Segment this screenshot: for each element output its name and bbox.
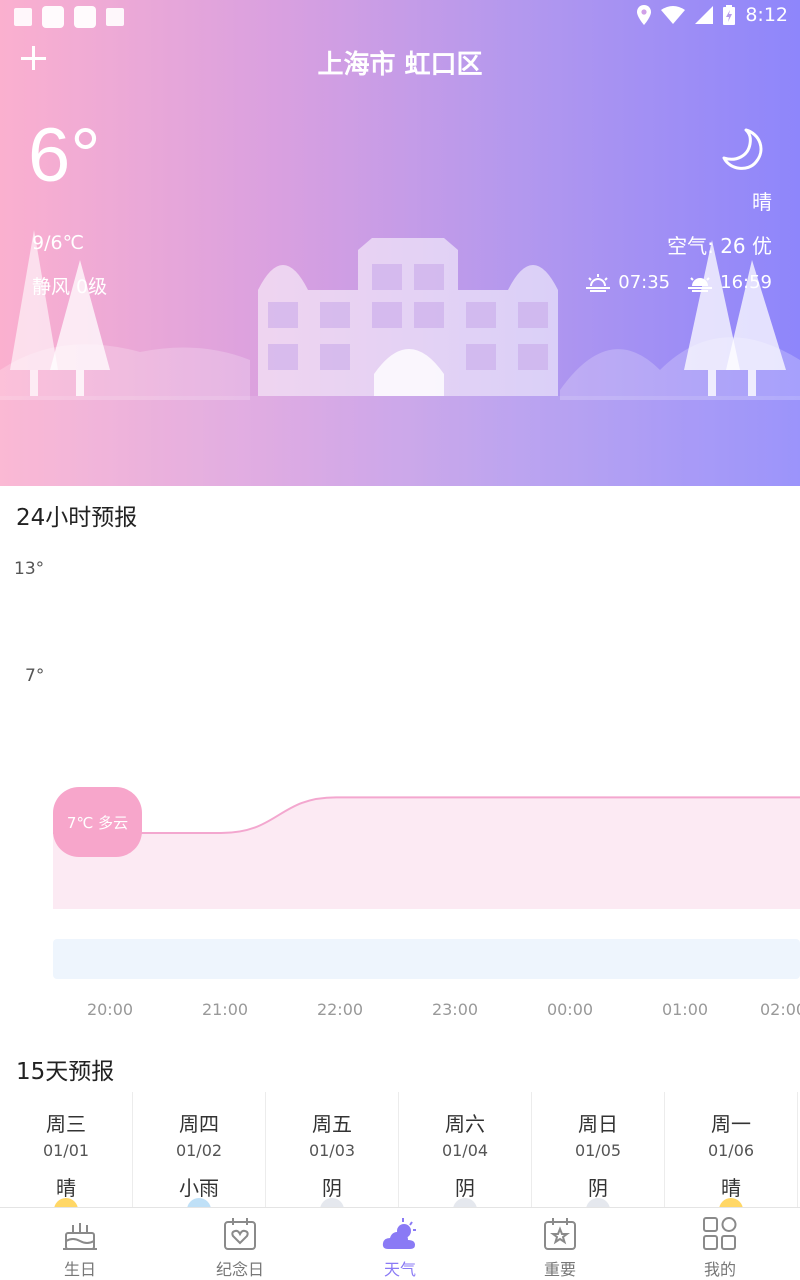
moon-icon: [722, 128, 763, 170]
hourly-forecast-title: 24小时预报: [16, 505, 138, 531]
city-scenery-illustration: [0, 230, 800, 486]
day-date: 01/06: [707, 1141, 755, 1160]
day-week: 周日: [578, 1112, 618, 1136]
day-week: 周六: [445, 1112, 485, 1136]
nav-item-weather[interactable]: 天气: [320, 1208, 480, 1280]
day-weather: 晴: [721, 1176, 741, 1200]
status-time: 8:12: [745, 4, 788, 26]
temperature-range: 9/6℃: [32, 232, 84, 254]
day-date: 01/05: [574, 1141, 622, 1160]
tooltip-label: 7℃ 多云: [66, 814, 129, 832]
x-tick-label: 02:00: [760, 1000, 800, 1019]
day-week: 周一: [711, 1112, 751, 1136]
hourly-temperature-chart[interactable]: [0, 540, 800, 1030]
x-tick-label: 01:00: [661, 1000, 709, 1019]
x-tick-label: 21:00: [201, 1000, 249, 1019]
day-card[interactable]: 周五 01/03 阴: [266, 1092, 399, 1208]
nav-item-anniversary[interactable]: 纪念日: [160, 1208, 320, 1280]
calendar-heart-icon: [224, 1218, 256, 1250]
grid-icon: [703, 1217, 737, 1250]
x-tick-label: 00:00: [546, 1000, 594, 1019]
day-date: 01/04: [441, 1141, 489, 1160]
nav-label: 生日: [63, 1260, 96, 1279]
app-notification-icon: [42, 6, 64, 28]
cake-icon: [63, 1223, 97, 1250]
day-week: 周四: [179, 1112, 219, 1136]
weather-header: 8:12 上海市 虹口区 6° 晴 9/6℃ 空气: 26 优 静风 0级 07…: [0, 0, 800, 486]
day-card[interactable]: 周一 01/06 晴: [665, 1092, 798, 1208]
day-weather: 阴: [455, 1176, 475, 1200]
nav-label: 我的: [703, 1260, 736, 1279]
day-week: 周五: [312, 1112, 352, 1136]
sun-times: 07:35 16:59: [586, 272, 772, 293]
nav-label: 天气: [383, 1260, 416, 1279]
day-card[interactable]: 周四 01/02 小雨: [133, 1092, 266, 1208]
wind-level: 静风 0级: [32, 276, 108, 298]
sunset-time: 16:59: [720, 272, 772, 293]
battery-charging-icon: [723, 5, 736, 25]
calendar-star-icon: [544, 1218, 576, 1250]
font-notification-icon: [106, 8, 124, 26]
nav-label: 重要: [543, 1260, 576, 1279]
wind-bar: [53, 939, 800, 979]
day-week: 周三: [46, 1112, 86, 1136]
city-title[interactable]: 上海市 虹口区: [0, 44, 800, 81]
nav-label: 纪念日: [215, 1260, 264, 1279]
location-icon: [637, 5, 652, 25]
status-bar: 8:12: [0, 0, 800, 34]
day-weather: 阴: [588, 1176, 608, 1200]
day-date: 01/01: [42, 1141, 90, 1160]
day-weather: 阴: [322, 1176, 342, 1200]
day-card[interactable]: 周日 01/05 阴: [532, 1092, 665, 1208]
air-quality: 空气: 26 优: [667, 234, 772, 258]
bottom-navigation: 生日 纪念日 天气 重要 我的: [0, 1207, 800, 1280]
day-date: 01/02: [175, 1141, 223, 1160]
temperature-area: [53, 797, 800, 909]
wifi-icon: [661, 6, 686, 24]
x-tick-label: 20:00: [86, 1000, 134, 1019]
sunset-icon: [688, 276, 713, 292]
day-date: 01/03: [308, 1141, 356, 1160]
day-weather: 小雨: [179, 1176, 219, 1200]
gallery-notification-icon: [14, 8, 32, 26]
weather-icon: [382, 1218, 416, 1249]
nav-item-birthday[interactable]: 生日: [0, 1208, 160, 1280]
sunrise-time: 07:35: [618, 272, 671, 293]
signal-icon: [695, 6, 714, 24]
x-tick-label: 22:00: [316, 1000, 364, 1019]
day-card[interactable]: 周六 01/04 阴: [399, 1092, 532, 1208]
day-card[interactable]: 周三 01/01 晴: [0, 1092, 133, 1208]
nav-item-important[interactable]: 重要: [480, 1208, 640, 1280]
daily-forecast-list[interactable]: 周三 01/01 晴 周四 01/02 小雨 周五 01/03 阴 周六 01/…: [0, 1092, 800, 1208]
daily-forecast-title: 15天预报: [16, 1059, 115, 1085]
weather-condition: 晴: [752, 190, 772, 214]
day-weather: 晴: [56, 1176, 76, 1200]
nav-item-mine[interactable]: 我的: [640, 1208, 800, 1280]
app-notification-icon: [74, 6, 96, 28]
sunrise-icon: [586, 273, 611, 292]
x-tick-label: 23:00: [431, 1000, 479, 1019]
current-temperature: 6°: [28, 113, 101, 198]
